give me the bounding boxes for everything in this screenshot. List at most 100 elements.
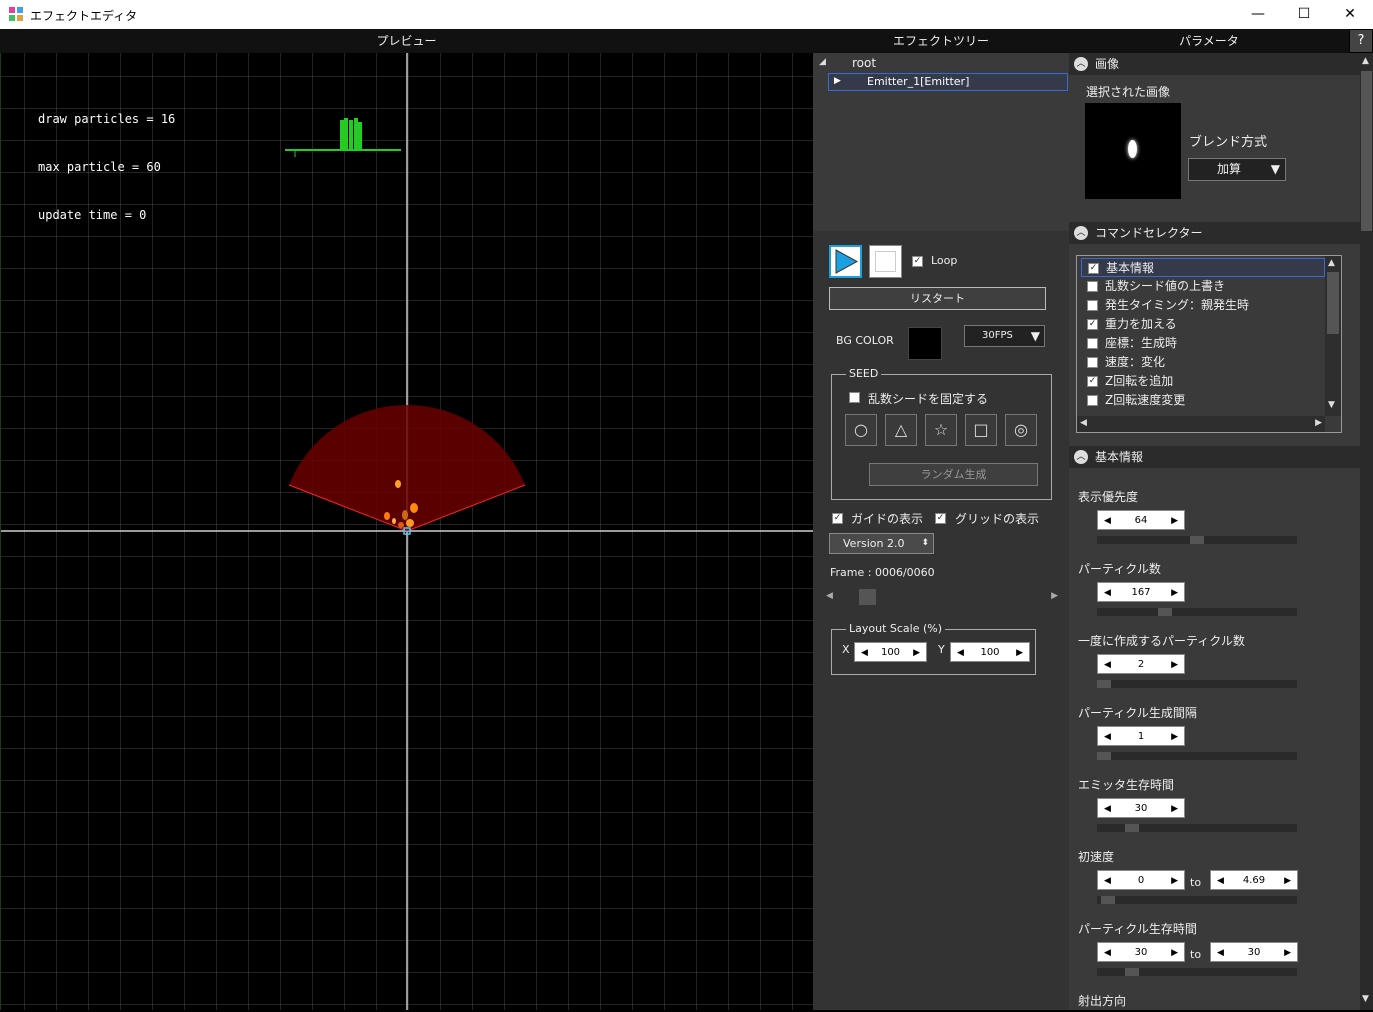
field-slider[interactable] xyxy=(1097,536,1297,544)
tree-emitter-row[interactable]: ▶ Emitter_1[Emitter] xyxy=(828,73,1068,91)
decrement-icon[interactable]: ◀ xyxy=(1104,943,1111,963)
decrement-icon[interactable]: ◀ xyxy=(1217,871,1224,891)
frame-slider-thumb[interactable] xyxy=(859,589,876,605)
field-stepper[interactable]: ◀ 167 ▶ xyxy=(1097,582,1185,602)
command-item[interactable]: ✓ 重力を加える xyxy=(1081,315,1325,334)
decrement-icon[interactable]: ◀ xyxy=(1104,511,1111,531)
field-stepper[interactable]: ◀ 30 ▶ xyxy=(1097,798,1185,818)
increment-icon[interactable]: ▶ xyxy=(1171,655,1178,675)
collapse-icon[interactable]: ︿ xyxy=(1074,57,1088,71)
command-checkbox[interactable] xyxy=(1087,357,1098,368)
command-list-hscroll[interactable]: ◀ ▶ xyxy=(1077,416,1325,432)
command-section-header[interactable]: ︿ コマンドセレクター xyxy=(1069,222,1360,244)
field-slider-thumb[interactable] xyxy=(1125,824,1139,832)
scroll-right-icon[interactable]: ▶ xyxy=(1315,418,1322,428)
scroll-left-icon[interactable]: ◀ xyxy=(1080,418,1087,428)
decrement-icon[interactable]: ◀ xyxy=(1217,943,1224,963)
field-slider-thumb[interactable] xyxy=(1190,536,1204,544)
basic-section-header[interactable]: ︿ 基本情報 xyxy=(1069,446,1360,468)
decrement-icon[interactable]: ◀ xyxy=(1104,583,1111,603)
close-button[interactable]: ✕ xyxy=(1327,0,1373,29)
field-stepper[interactable]: ◀ 64 ▶ xyxy=(1097,510,1185,530)
restart-button[interactable]: リスタート xyxy=(829,287,1046,310)
increment-icon[interactable]: ▶ xyxy=(1171,583,1178,603)
decrement-icon[interactable]: ◀ xyxy=(1104,727,1111,747)
command-checkbox[interactable]: ✓ xyxy=(1087,376,1098,387)
double-circle-shape-button[interactable]: ◎ xyxy=(1005,414,1037,446)
random-generate-button[interactable]: ランダム生成 xyxy=(869,463,1038,486)
decrement-icon[interactable]: ◀ xyxy=(957,643,964,663)
field-slider-thumb[interactable] xyxy=(1097,752,1111,760)
field-stepper[interactable]: ◀ 1 ▶ xyxy=(1097,726,1185,746)
field-slider[interactable] xyxy=(1097,608,1297,616)
square-shape-button[interactable]: □ xyxy=(965,414,997,446)
stop-button[interactable] xyxy=(869,245,902,278)
increment-icon[interactable]: ▶ xyxy=(1284,871,1291,891)
maximize-button[interactable]: ☐ xyxy=(1281,0,1327,29)
command-item[interactable]: 速度：変化 xyxy=(1081,353,1325,372)
decrement-icon[interactable]: ◀ xyxy=(1104,799,1111,819)
field-slider-thumb[interactable] xyxy=(1097,680,1111,688)
bg-color-swatch[interactable] xyxy=(908,327,942,360)
show-grid-checkbox[interactable]: ✓ xyxy=(935,513,946,524)
field-stepper[interactable]: ◀ 0 ▶ xyxy=(1097,870,1185,890)
scroll-thumb[interactable] xyxy=(1327,272,1339,334)
image-section-header[interactable]: ︿ 画像 xyxy=(1069,53,1360,75)
fps-dropdown[interactable]: 30FPS ▼ xyxy=(964,325,1045,347)
frame-slider[interactable]: ◀ ▶ xyxy=(826,589,1058,605)
command-item[interactable]: 座標：生成時 xyxy=(1081,334,1325,353)
collapse-icon[interactable]: ︿ xyxy=(1074,450,1088,464)
command-checkbox[interactable] xyxy=(1087,338,1098,349)
decrement-icon[interactable]: ◀ xyxy=(1104,655,1111,675)
collapse-icon[interactable]: ︿ xyxy=(1074,226,1088,240)
field-slider-thumb[interactable] xyxy=(1101,896,1115,904)
fix-seed-checkbox[interactable] xyxy=(849,392,860,403)
field-slider[interactable] xyxy=(1097,968,1297,976)
increment-icon[interactable]: ▶ xyxy=(1171,871,1178,891)
command-item[interactable]: Z回転速度変更 xyxy=(1081,391,1325,410)
emitter-expand-icon[interactable]: ▶ xyxy=(834,76,841,86)
scale-y-stepper[interactable]: ◀ 100 ▶ xyxy=(950,642,1030,662)
loop-checkbox[interactable]: ✓ xyxy=(912,256,923,267)
increment-icon[interactable]: ▶ xyxy=(913,643,920,663)
field-slider[interactable] xyxy=(1097,752,1297,760)
circle-shape-button[interactable]: ○ xyxy=(845,414,877,446)
increment-icon[interactable]: ▶ xyxy=(1171,943,1178,963)
command-checkbox[interactable] xyxy=(1087,281,1098,292)
decrement-icon[interactable]: ◀ xyxy=(861,643,868,663)
help-button[interactable]: ? xyxy=(1350,30,1372,52)
increment-icon[interactable]: ▶ xyxy=(1284,943,1291,963)
increment-icon[interactable]: ▶ xyxy=(1016,643,1023,663)
command-checkbox[interactable]: ✓ xyxy=(1087,319,1098,330)
slider-left-icon[interactable]: ◀ xyxy=(826,591,833,601)
command-checkbox[interactable] xyxy=(1087,300,1098,311)
decrement-icon[interactable]: ◀ xyxy=(1104,871,1111,891)
field-slider-thumb[interactable] xyxy=(1125,968,1139,976)
field-slider-thumb[interactable] xyxy=(1158,608,1172,616)
command-checkbox[interactable]: ✓ xyxy=(1088,263,1099,274)
show-guide-checkbox[interactable]: ✓ xyxy=(832,513,843,524)
scale-x-stepper[interactable]: ◀ 100 ▶ xyxy=(854,642,927,662)
command-list[interactable]: ✓ 基本情報 乱数シード値の上書き 発生タイミング：親発生時 ✓ 重力を加える 座標：生成時… xyxy=(1076,255,1342,433)
star-shape-button[interactable]: ☆ xyxy=(925,414,957,446)
field-slider[interactable] xyxy=(1097,896,1297,904)
scroll-down-icon[interactable]: ▼ xyxy=(1362,994,1369,1004)
increment-icon[interactable]: ▶ xyxy=(1171,511,1178,531)
scroll-up-icon[interactable]: ▲ xyxy=(1362,56,1369,66)
field-slider[interactable] xyxy=(1097,680,1297,688)
field-stepper[interactable]: ◀ 2 ▶ xyxy=(1097,654,1185,674)
field-stepper-max[interactable]: ◀ 4.69 ▶ xyxy=(1210,870,1298,890)
command-item[interactable]: ✓ 基本情報 xyxy=(1081,258,1325,277)
blend-dropdown[interactable]: 加算 ▼ xyxy=(1188,158,1286,181)
preview-canvas[interactable]: draw particles = 16 max particle = 60 up… xyxy=(0,53,813,1010)
field-stepper-max[interactable]: ◀ 30 ▶ xyxy=(1210,942,1298,962)
tree-root[interactable]: root xyxy=(852,56,876,70)
increment-icon[interactable]: ▶ xyxy=(1171,799,1178,819)
command-list-vscroll[interactable]: ▲ ▼ xyxy=(1325,256,1341,416)
command-checkbox[interactable] xyxy=(1087,395,1098,406)
scroll-down-icon[interactable]: ▼ xyxy=(1328,400,1335,410)
param-scrollbar[interactable]: ▲ ▼ xyxy=(1360,53,1373,1010)
image-thumbnail[interactable] xyxy=(1085,103,1181,199)
increment-icon[interactable]: ▶ xyxy=(1171,727,1178,747)
play-button[interactable] xyxy=(829,245,862,278)
